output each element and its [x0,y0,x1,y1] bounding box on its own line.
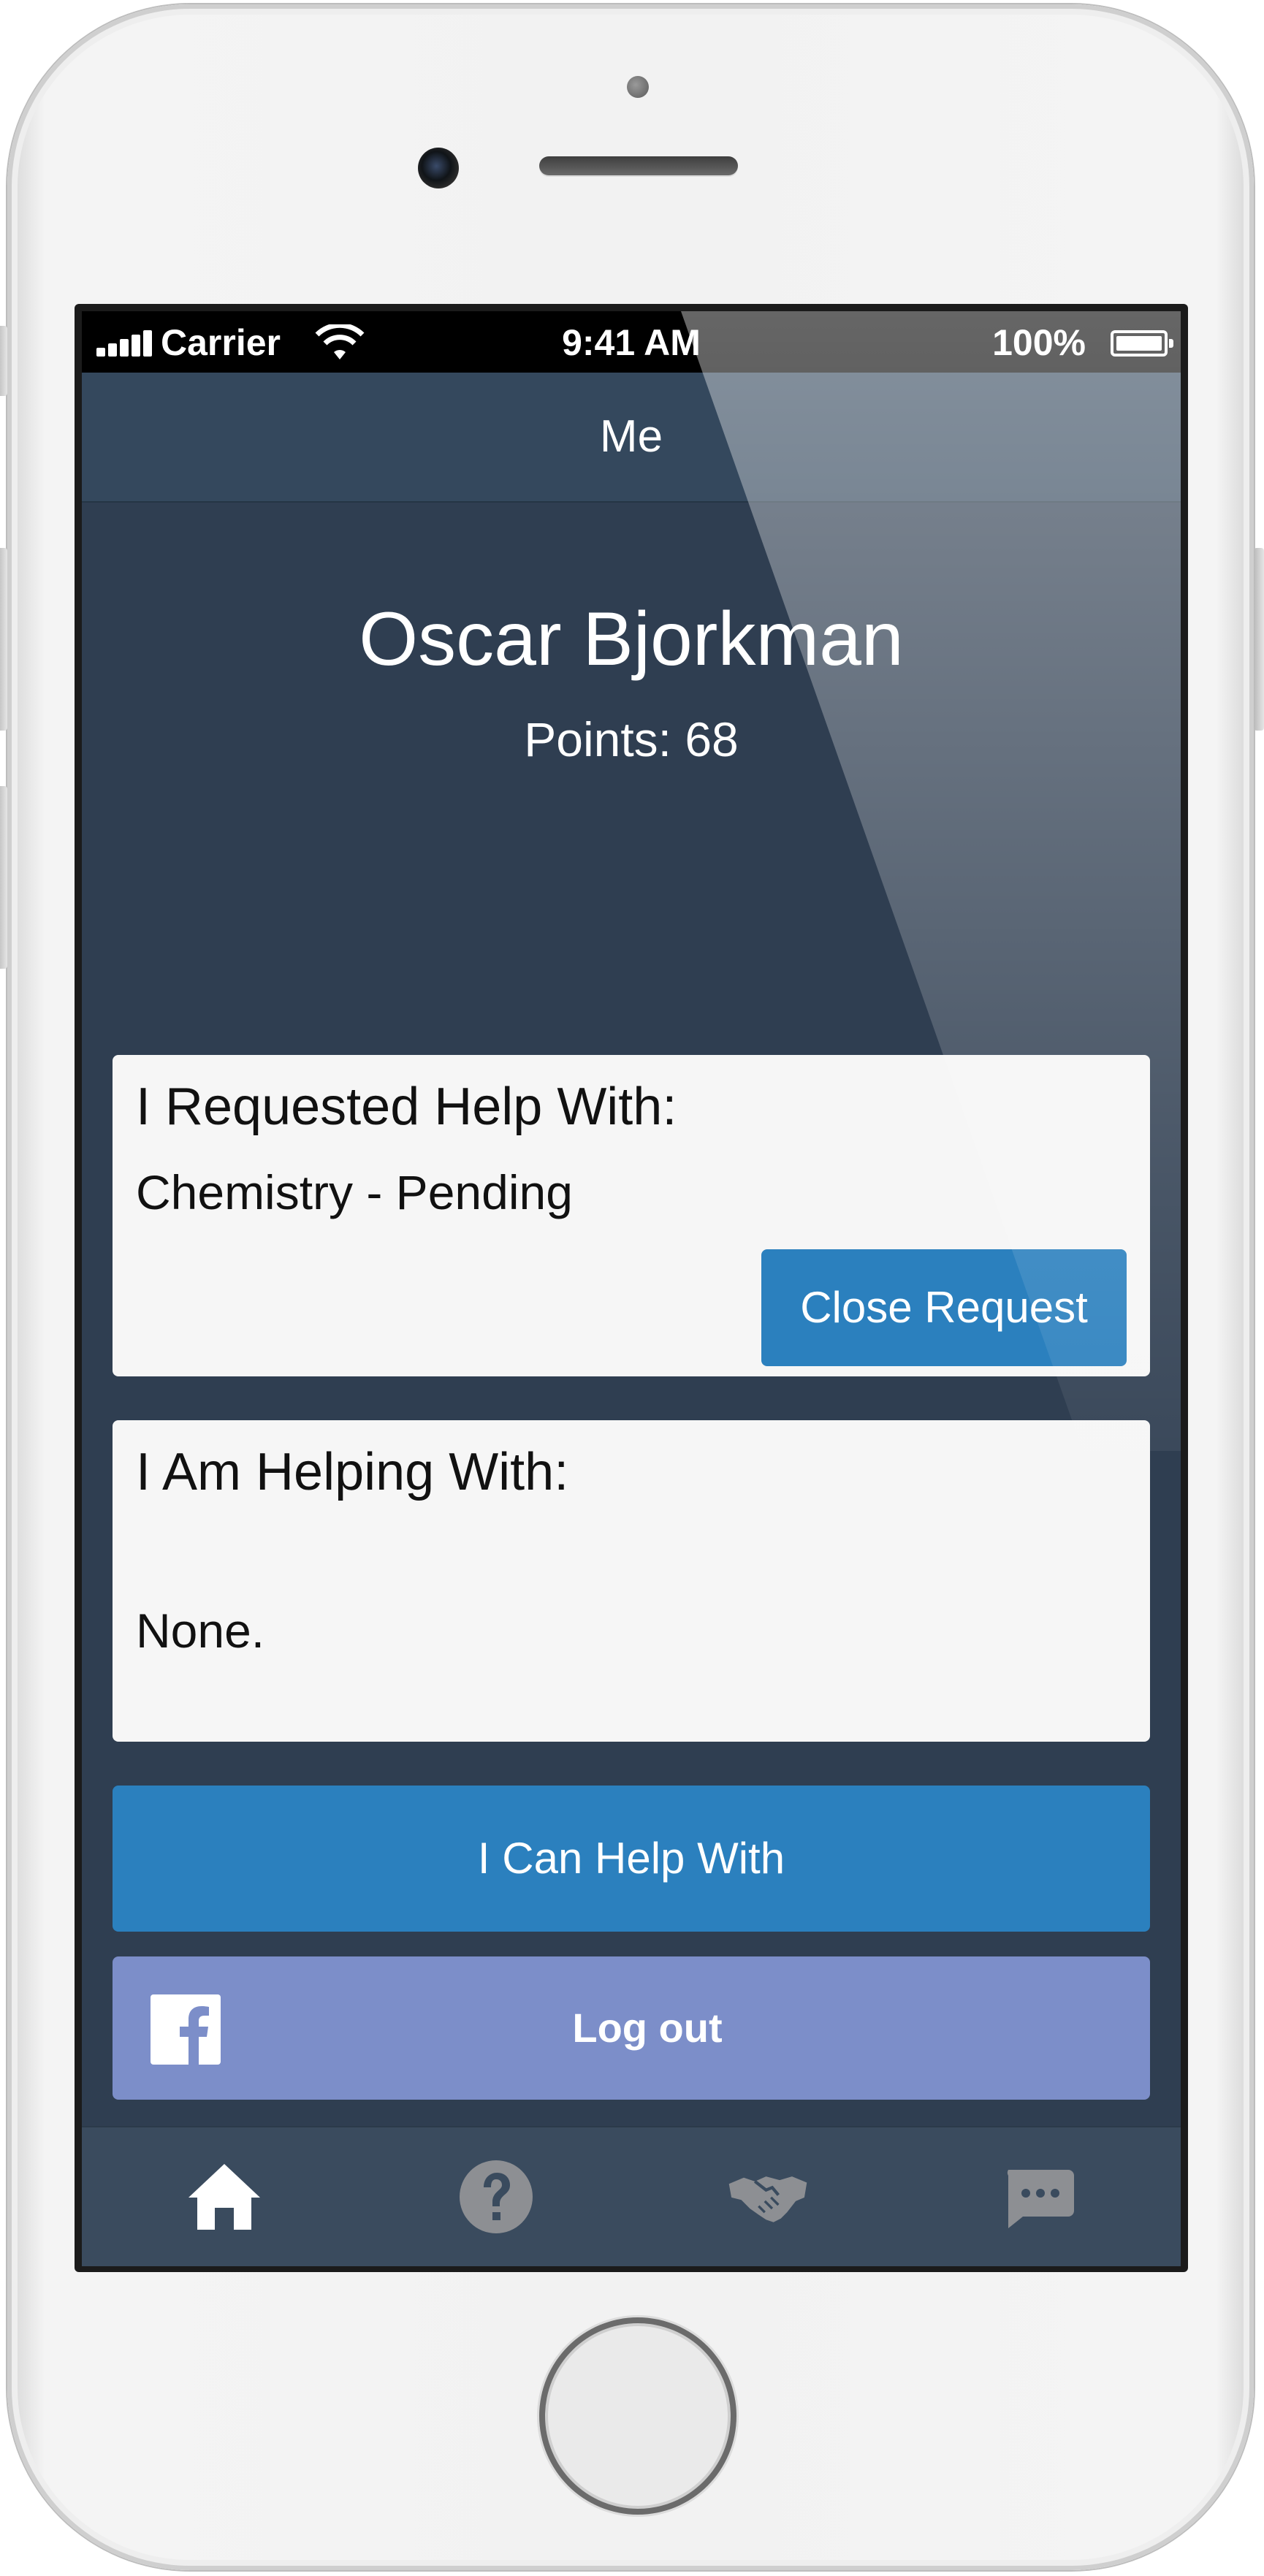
app-display: Carrier 9:41 AM 100% Me Oscar Bjorkman P… [82,311,1181,2266]
power-button [1254,548,1264,731]
battery-icon [1111,330,1173,357]
helping-item: None. [136,1604,265,1658]
requested-help-item: Chemistry - Pending [136,1165,573,1219]
status-bar: Carrier 9:41 AM 100% [82,311,1181,373]
tab-bar [82,2126,1181,2266]
close-request-button[interactable]: Close Request [761,1249,1127,1366]
requested-help-card: I Requested Help With: Chemistry - Pendi… [113,1055,1150,1376]
battery-percentage: 100% [992,322,1086,363]
profile-points: Points: 68 [524,712,739,766]
chat-icon [1007,2170,1074,2228]
tab-questions[interactable] [456,2157,536,2237]
tab-home[interactable] [184,2157,264,2237]
nav-title: Me [599,411,663,462]
i-can-help-with-button[interactable]: I Can Help With [113,1786,1150,1932]
tab-help-offers[interactable] [728,2157,823,2237]
helping-title: I Am Helping With: [136,1443,569,1501]
home-icon [189,2164,260,2230]
phone-screen: Carrier 9:41 AM 100% Me Oscar Bjorkman P… [75,304,1188,2272]
earpiece-speaker [539,156,738,175]
mute-switch [0,326,7,396]
proximity-sensor [627,76,649,98]
volume-down-button [0,786,7,969]
logout-label: Log out [572,2005,723,2051]
profile-name: Oscar Bjorkman [359,597,904,682]
handshake-icon [728,2176,807,2222]
facebook-logout-button[interactable]: Log out [113,1956,1150,2100]
home-button[interactable] [539,2317,736,2515]
volume-up-button [0,548,7,731]
question-icon [460,2160,533,2233]
navigation-bar: Me [82,373,1181,503]
helping-card: I Am Helping With: None. [113,1420,1150,1742]
requested-help-title: I Requested Help With: [136,1078,677,1136]
front-camera [418,148,459,188]
tab-messages[interactable] [998,2157,1078,2237]
